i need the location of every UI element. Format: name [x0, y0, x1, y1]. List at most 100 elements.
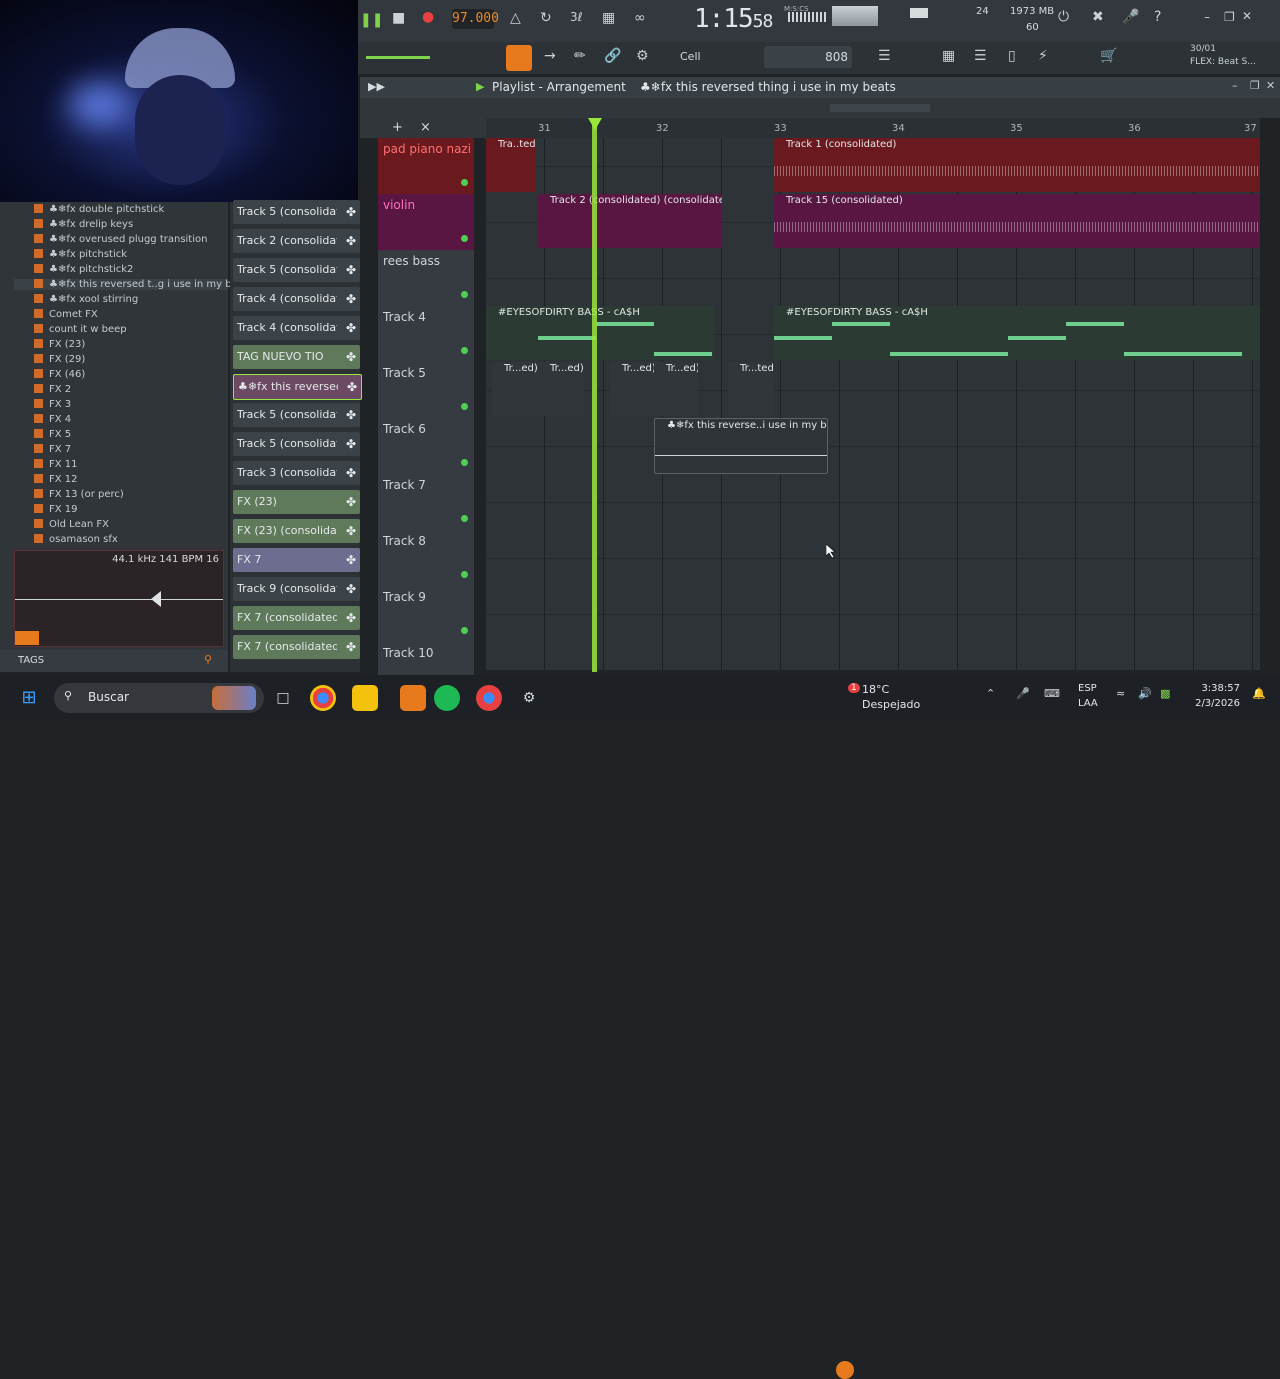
track-header[interactable]: rees bass — [378, 250, 474, 307]
power-icon[interactable]: ⏻ — [1058, 9, 1069, 25]
picker-item[interactable]: Track 2 (consolidated... ✤ — [233, 229, 360, 253]
cart-icon[interactable]: 🛒 — [1100, 48, 1117, 64]
playlist-play-icon[interactable]: ▶ — [476, 80, 484, 93]
browser-item[interactable]: ♣❄fx double pitchstick — [34, 204, 164, 215]
drag-handle-icon[interactable]: ✤ — [346, 258, 356, 282]
picker-item[interactable]: Track 4 (consolidated... ✤ — [233, 287, 360, 311]
track-header[interactable]: Track 9 — [378, 586, 474, 643]
countdown-icon[interactable]: 3ℓ — [570, 10, 583, 24]
fl-studio-icon[interactable] — [400, 685, 426, 711]
browser-item[interactable]: FX 13 (or perc) — [34, 489, 124, 500]
lang-secondary[interactable]: LAA — [1078, 698, 1098, 709]
wifi-icon[interactable]: ≈ — [1116, 687, 1125, 700]
browser-item[interactable]: FX 12 — [34, 474, 78, 485]
audio-clip[interactable]: Tr...ed) — [610, 362, 654, 416]
tray-chevron-icon[interactable]: ⌃ — [986, 687, 995, 700]
picker-item[interactable]: Track 5 (consolidated... ✤ — [233, 200, 360, 224]
horizontal-scroll[interactable] — [830, 104, 930, 112]
lang-primary[interactable]: ESP — [1078, 683, 1097, 694]
blend-icon[interactable]: ▦ — [602, 10, 615, 26]
picker-item[interactable]: FX 7 (consolidated) ✤ — [233, 606, 360, 630]
track-header[interactable]: Track 7 — [378, 474, 474, 531]
mic-tray-icon[interactable]: 🎤 — [1016, 687, 1030, 700]
browser-item[interactable]: osamason sfx — [34, 534, 118, 545]
audio-clip[interactable]: Track 15 (consolidated) — [774, 194, 1260, 248]
drag-handle-icon[interactable]: ✤ — [346, 548, 356, 572]
loop-record-icon[interactable]: ∞ — [634, 10, 646, 26]
drag-handle-icon[interactable]: ✤ — [346, 577, 356, 601]
volume-icon[interactable]: 🔊 — [1138, 687, 1152, 700]
browser-item[interactable]: Comet FX — [34, 309, 98, 320]
browser-item[interactable]: FX (23) — [34, 339, 85, 350]
track-mute-led[interactable] — [461, 627, 468, 634]
plugin-icon[interactable]: ✖ — [1092, 9, 1104, 25]
play-icon[interactable]: ❚❚ — [360, 12, 383, 28]
picker-item[interactable]: Track 9 (consolidated) ✤ — [233, 577, 360, 601]
pattern-clip[interactable]: #EYESOFDIRTY BASS - cA$H — [486, 306, 714, 360]
browser-item[interactable]: FX 7 — [34, 444, 71, 455]
playlist-minimize-icon[interactable]: – — [1232, 79, 1238, 92]
drag-handle-icon[interactable]: ✤ — [346, 345, 356, 369]
browser-item[interactable]: FX 2 — [34, 384, 71, 395]
track-mute-led[interactable] — [461, 179, 468, 186]
eq-icon[interactable]: ☰ — [974, 48, 987, 64]
drag-handle-icon[interactable]: ✤ — [346, 432, 356, 456]
audio-clip[interactable]: Tr...ed) — [654, 362, 698, 416]
snap-mode[interactable]: Cell — [680, 50, 701, 63]
track-header[interactable]: Track 4 — [378, 306, 474, 363]
playlist-restore-icon[interactable]: ❐ — [1250, 79, 1260, 92]
browser-item[interactable]: FX 5 — [34, 429, 71, 440]
picker-item[interactable]: FX (23) ✤ — [233, 490, 360, 514]
windows-start-icon[interactable]: ⊞ — [16, 685, 42, 711]
file-explorer-icon[interactable]: □ — [270, 685, 296, 711]
drag-handle-icon[interactable]: ✤ — [346, 490, 356, 514]
track-mute-led[interactable] — [461, 403, 468, 410]
browser-item[interactable]: FX 4 — [34, 414, 71, 425]
brush-icon[interactable]: ✏ — [574, 48, 586, 64]
pattern-selector[interactable]: 808 — [764, 46, 852, 68]
audio-clip[interactable]: Tra..ted) — [486, 138, 536, 192]
browser-item[interactable]: ♣❄fx xool stirring — [34, 294, 138, 305]
playlist-menu-icon[interactable]: ▶▶ — [368, 80, 385, 93]
drag-handle-icon[interactable]: ✤ — [346, 403, 356, 427]
track-header[interactable]: Track 8 — [378, 530, 474, 587]
picker-item[interactable]: Track 5 (consolidated... ✤ — [233, 432, 360, 456]
spotify-icon[interactable] — [434, 685, 460, 711]
piano-roll-icon[interactable] — [506, 45, 532, 71]
picker-item[interactable]: Track 3 (consolidated... ✤ — [233, 461, 360, 485]
clock-time[interactable]: 3:38:57 — [1188, 683, 1240, 694]
audio-clip[interactable]: Tr...ed) — [538, 362, 584, 416]
add-track-icon[interactable]: + — [392, 120, 403, 135]
chrome-icon[interactable] — [310, 685, 336, 711]
picker-item[interactable]: FX 7 ✤ — [233, 548, 360, 572]
link-icon[interactable]: 🔗 — [604, 48, 621, 64]
playlist-close-icon[interactable]: ✕ — [1266, 79, 1275, 92]
timeline-ruler[interactable]: 31 32 33 34 35 36 37 — [486, 118, 1260, 138]
browser-item[interactable]: ♣❄fx pitchstick — [34, 249, 127, 260]
keyboard-icon[interactable]: ⌨ — [1044, 687, 1060, 700]
remove-track-icon[interactable]: × — [420, 120, 431, 135]
stop-icon[interactable]: ■ — [392, 10, 405, 26]
drag-handle-icon[interactable]: ✤ — [346, 461, 356, 485]
track-mute-led[interactable] — [461, 347, 468, 354]
browser-item[interactable]: count it w beep — [34, 324, 127, 335]
browser-item[interactable]: FX 19 — [34, 504, 78, 515]
taskbar-search[interactable]: ⚲ Buscar — [54, 683, 264, 713]
pattern-clip[interactable]: #EYESOFDIRTY BASS - cA$H — [774, 306, 1260, 360]
restore-icon[interactable]: ❐ — [1224, 10, 1235, 24]
clock-date[interactable]: 2/3/2026 — [1188, 698, 1240, 709]
browser-item[interactable]: ♣❄fx this reversed t..g i use in my beat… — [14, 279, 253, 290]
drag-handle-icon[interactable]: ✤ — [347, 375, 357, 399]
mic-icon[interactable]: 🎤 — [1122, 9, 1139, 25]
track-header[interactable]: pad piano nazi — [378, 138, 474, 195]
audio-clip[interactable]: Track 1 (consolidated) — [774, 138, 1260, 192]
drag-handle-icon[interactable]: ✤ — [346, 200, 356, 224]
playhead[interactable] — [592, 120, 597, 672]
close-icon[interactable]: ✕ — [1242, 9, 1252, 23]
track-header[interactable]: Track 5 — [378, 362, 474, 419]
drag-handle-icon[interactable]: ✤ — [346, 287, 356, 311]
picker-item[interactable]: Track 5 (consolidated... ✤ — [233, 403, 360, 427]
track-mute-led[interactable] — [461, 291, 468, 298]
track-mute-led[interactable] — [461, 459, 468, 466]
wait-icon[interactable]: ↻ — [540, 10, 552, 26]
